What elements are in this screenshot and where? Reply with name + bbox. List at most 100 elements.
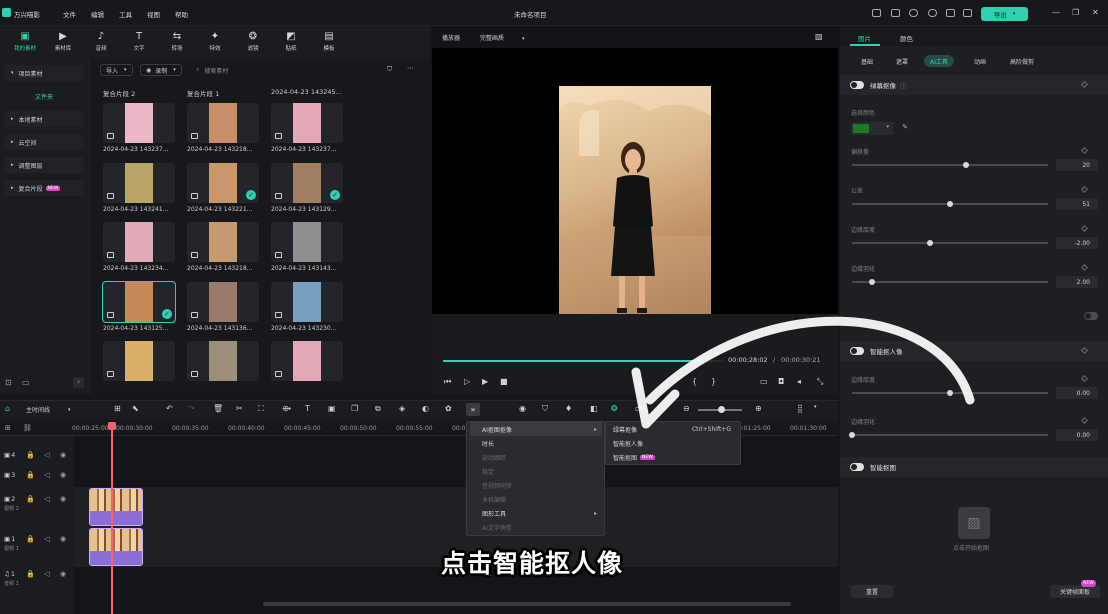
palette-icon[interactable]: ✿ <box>445 404 452 413</box>
filter-icon[interactable]: ⛉ <box>387 65 392 74</box>
home-icon[interactable]: ⌂ <box>5 404 10 413</box>
param-slider[interactable] <box>852 164 1048 166</box>
grid-icon[interactable]: ⣿ <box>797 404 803 413</box>
subtab-ai-tools[interactable]: AI工具 <box>924 55 954 67</box>
cut-icon[interactable]: ✂ <box>236 404 243 413</box>
media-thumbnail[interactable] <box>271 282 343 322</box>
subtab-basic[interactable]: 基础 <box>855 55 879 67</box>
undo-icon[interactable]: ↶ <box>166 404 173 413</box>
timeline-clip-video-2[interactable] <box>89 488 143 526</box>
param-slider-knob[interactable] <box>962 162 969 168</box>
submenu-item[interactable]: 绿幕抠像 Ctrl+Shift+G <box>609 422 739 436</box>
mute-icon[interactable]: ◁ <box>44 471 49 479</box>
sidebar-item-adjustment-layer[interactable]: ▸ 调整图层 <box>4 157 84 173</box>
menu-tools[interactable]: 工具 <box>119 9 132 19</box>
sidebar-item-folder[interactable]: 文件夹 <box>4 88 84 104</box>
subtab-advanced[interactable]: 高阶做剪 <box>1004 55 1040 67</box>
lock-icon[interactable]: 🔒 <box>26 495 35 503</box>
param-value-input[interactable]: 20 <box>1056 159 1098 171</box>
redo-icon[interactable]: ↷ <box>188 404 195 413</box>
mask-icon[interactable]: ▣ <box>328 404 336 413</box>
tab-color[interactable]: 颜色 <box>900 33 913 43</box>
mark-in-icon[interactable]: { <box>692 377 697 386</box>
media-thumbnail[interactable] <box>103 222 175 262</box>
mute-icon[interactable]: ◁ <box>44 535 49 543</box>
fullscreen-icon[interactable]: ⤡ <box>817 377 823 387</box>
media-thumbnail[interactable] <box>103 341 175 381</box>
eye-icon[interactable]: ◉ <box>60 495 66 503</box>
tab-text[interactable]: T 文字 <box>124 26 154 58</box>
cloud-icon[interactable] <box>909 9 918 17</box>
display-icon[interactable]: ▭ <box>760 377 768 386</box>
param-value-input[interactable]: 0.00 <box>1056 429 1098 441</box>
param-value-input[interactable]: 0.00 <box>1056 387 1098 399</box>
track-row-video-2[interactable] <box>74 487 838 527</box>
menu-view[interactable]: 视图 <box>147 9 160 19</box>
tab-effects[interactable]: ✦ 特效 <box>200 26 230 58</box>
color-tool-icon[interactable]: ◐ <box>422 404 429 413</box>
submenu-item[interactable]: 智能抠图 NEW <box>609 450 739 464</box>
support-icon[interactable] <box>928 9 937 17</box>
subtab-mask[interactable]: 遮罩 <box>890 55 914 67</box>
collapse-sidebar-icon[interactable]: ‹ <box>73 377 84 388</box>
text-tool-icon[interactable]: T <box>305 404 310 413</box>
media-thumbnail[interactable] <box>187 103 259 143</box>
reset-button[interactable]: 重置 <box>851 585 893 598</box>
add-track-icon[interactable]: ⊞ <box>5 424 11 432</box>
submenu-item[interactable]: 智能抠人像 <box>609 436 739 450</box>
smart-cut-toggle[interactable] <box>850 463 864 471</box>
tab-audio[interactable]: ♪ 音频 <box>86 26 116 58</box>
media-thumbnail[interactable] <box>271 222 343 262</box>
media-thumbnail[interactable] <box>271 103 343 143</box>
save-icon[interactable] <box>891 9 900 17</box>
lock-icon[interactable]: 🔒 <box>26 471 35 479</box>
media-thumbnail[interactable] <box>103 103 175 143</box>
tab-transition[interactable]: ⇆ 转场 <box>162 26 192 58</box>
play-icon[interactable]: ▶ <box>482 377 488 386</box>
playhead[interactable] <box>111 424 113 614</box>
param-slider-knob[interactable] <box>947 201 953 207</box>
media-thumbnail[interactable]: ✓ <box>187 163 259 203</box>
param-value-input[interactable]: -2.00 <box>1056 237 1098 249</box>
new-folder-icon[interactable]: ⊡ <box>5 378 12 387</box>
media-thumbnail[interactable] <box>187 222 259 262</box>
mute-icon[interactable]: ◁ <box>44 495 49 503</box>
camera-icon[interactable]: ◘ <box>778 377 784 386</box>
lock-icon[interactable]: 🔒 <box>26 535 35 543</box>
param-slider[interactable] <box>852 242 1048 244</box>
export-button[interactable]: 导出 ▾ <box>981 7 1028 21</box>
context-menu-item[interactable]: 图形工具 ▸ <box>470 506 602 520</box>
tab-image[interactable]: 图片 <box>858 33 871 43</box>
eyedropper-icon[interactable]: ✎ <box>902 123 908 131</box>
menu-help[interactable]: 帮助 <box>175 9 188 19</box>
quality-dropdown[interactable]: 完整画质 ▾ <box>474 32 531 43</box>
menu-file[interactable]: 文件 <box>63 9 76 19</box>
gift-icon[interactable] <box>963 9 972 17</box>
detach-icon[interactable]: ⧉ <box>375 404 381 414</box>
chevron-down-icon[interactable]: ▾ <box>814 404 817 410</box>
playhead-handle[interactable] <box>108 422 116 430</box>
eye-icon[interactable]: ◉ <box>60 471 66 479</box>
tab-sticker[interactable]: ◩ 贴纸 <box>276 26 306 58</box>
green-screen-extra-toggle[interactable] <box>1084 312 1098 320</box>
mark-out-icon[interactable]: } <box>711 377 716 386</box>
media-thumbnail[interactable] <box>187 282 259 322</box>
lock-icon[interactable]: 🔒 <box>26 570 35 578</box>
param-slider[interactable] <box>852 281 1048 283</box>
color-picker-dropdown[interactable]: ▾ <box>851 122 893 135</box>
search-input[interactable]: ⌕ 搜索素材 <box>196 64 376 76</box>
ai-icon[interactable]: ❂ <box>611 404 618 413</box>
timeline-clip-video-1[interactable] <box>89 528 143 566</box>
mute-icon[interactable]: ◁ <box>44 451 49 459</box>
menu-edit[interactable]: 编辑 <box>91 9 104 19</box>
render-icon[interactable]: ◉ <box>519 404 526 413</box>
media-thumbnail[interactable] <box>187 341 259 381</box>
smart-cutout-toggle[interactable] <box>850 347 864 355</box>
sidebar-item-cloud[interactable]: ▸ 云空间 <box>4 134 84 150</box>
tab-my-media[interactable]: ▣ 我的素材 <box>10 26 40 58</box>
subtitle-icon[interactable]: ▭ <box>635 404 643 413</box>
param-slider[interactable] <box>852 434 1048 436</box>
param-slider-knob[interactable] <box>868 279 875 285</box>
snapshot-icon[interactable]: ▧ <box>815 32 823 41</box>
link-icon[interactable]: ⛓ <box>23 424 32 432</box>
